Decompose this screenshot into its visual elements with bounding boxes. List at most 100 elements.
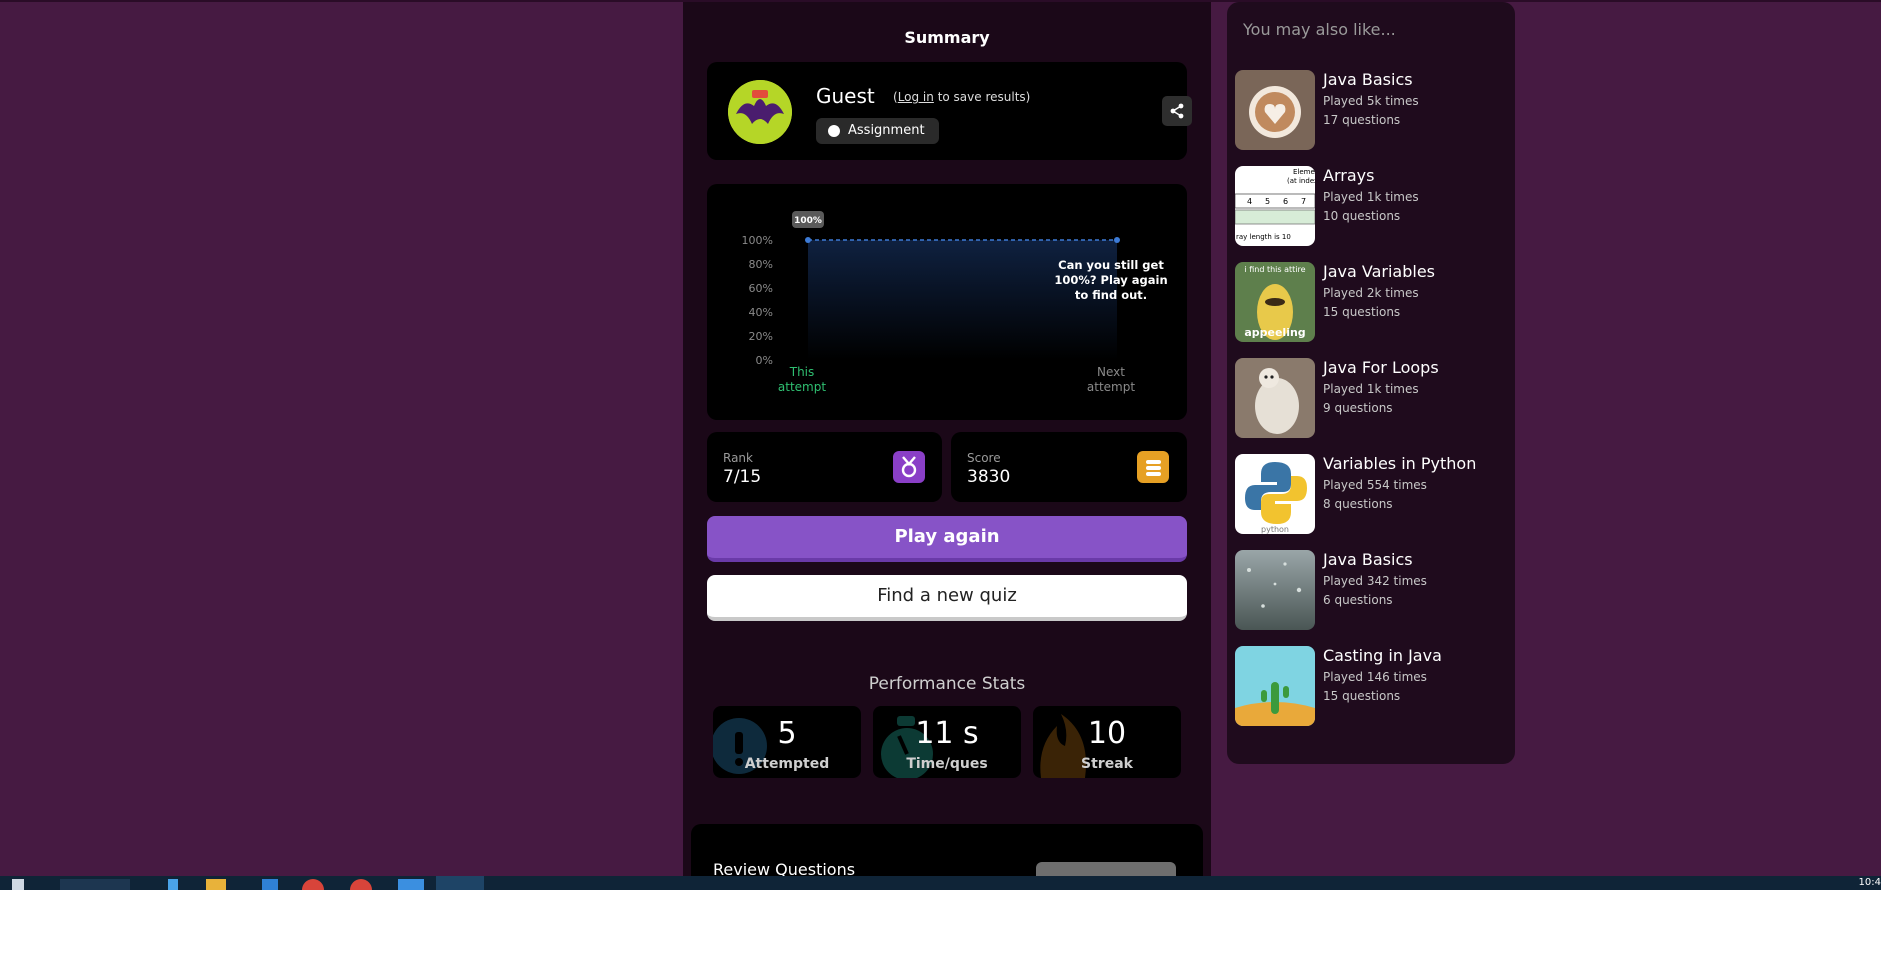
recommendation-questions: 8 questions <box>1323 497 1393 511</box>
recommendation-name: Java For Loops <box>1323 358 1439 377</box>
active-app-icon[interactable] <box>436 876 484 890</box>
y-tick-label: 60% <box>749 282 773 295</box>
app-icon[interactable] <box>398 879 424 890</box>
recommendation-plays: Played 1k times <box>1323 382 1419 396</box>
x-tick-label: attempt <box>1087 380 1135 394</box>
x-tick-label: Next <box>1097 365 1125 379</box>
chart-annotation: 100%? Play again <box>1054 273 1167 287</box>
y-tick-label: 80% <box>749 258 773 271</box>
svg-text:4: 4 <box>1247 197 1252 206</box>
time-per-question-label: Time/ques <box>906 756 988 772</box>
x-tick-label: attempt <box>778 380 826 394</box>
login-note: (Log in to save results) <box>893 90 1030 104</box>
taskbar-clock: 10:4 <box>1858 877 1881 888</box>
recommendation-item[interactable]: Java For Loops Played 1k times 9 questio… <box>1235 358 1505 440</box>
y-tick-label: 20% <box>749 330 773 343</box>
summary-column: Summary Guest (Log in to save results) A… <box>683 2 1211 876</box>
find-new-quiz-button[interactable]: Find a new quiz <box>707 575 1187 621</box>
recommendation-item[interactable]: python Variables in Python Played 554 ti… <box>1235 454 1505 536</box>
login-suffix: to save results) <box>933 90 1031 104</box>
app-icon[interactable] <box>262 879 278 890</box>
recommendation-name: Variables in Python <box>1323 454 1477 473</box>
summary-title: Summary <box>904 28 990 47</box>
recommendation-questions: 15 questions <box>1323 305 1401 319</box>
x-tick-label: This <box>789 365 815 379</box>
recommendation-plays: Played 5k times <box>1323 94 1419 108</box>
page-viewport: Summary Guest (Log in to save results) A… <box>0 0 1881 876</box>
folder-icon[interactable] <box>206 879 226 890</box>
recommendation-plays: Played 342 times <box>1323 574 1427 588</box>
coins-icon <box>1137 451 1169 483</box>
accuracy-chart-svg: 100% 80% 60% 40% 20% 0% 100% Can you still get1… <box>742 211 1168 394</box>
svg-text:i find this attire: i find this attire <box>1244 265 1305 274</box>
recommendation-item[interactable]: Java Basics Played 5k times 17 questions <box>1235 70 1505 152</box>
dog-thumbnail <box>1235 358 1315 438</box>
rank-value: 7/15 <box>723 467 762 487</box>
assignment-badge: Assignment <box>816 118 939 144</box>
chrome-icon[interactable] <box>302 879 324 890</box>
play-again-button[interactable]: Play again <box>707 516 1187 562</box>
recommendation-name: Java Variables <box>1323 262 1435 281</box>
start-icon[interactable] <box>12 879 24 890</box>
score-value: 3830 <box>967 467 1011 487</box>
clock-icon <box>828 125 840 137</box>
recommendation-plays: Played 2k times <box>1323 286 1419 300</box>
taskbar-search-box[interactable] <box>60 879 130 890</box>
recommendation-name: Casting in Java <box>1323 646 1442 665</box>
streak-value: 10 <box>1087 716 1127 751</box>
recommendation-item[interactable]: 4 5 6 7 Eleme (at index ray length is 10… <box>1235 166 1505 248</box>
login-link[interactable]: Log in <box>898 90 934 104</box>
assignment-label: Assignment <box>848 123 925 138</box>
score-card: Score 3830 <box>951 432 1187 502</box>
time-per-question-stat: 11 s Time/ques <box>873 706 1021 778</box>
cactus-thumbnail <box>1235 646 1315 726</box>
streak-stat: 10 Streak <box>1033 706 1181 778</box>
recommendations-panel: You may also like... Java Basics Played … <box>1227 2 1515 764</box>
svg-text:appeeling: appeeling <box>1244 326 1305 339</box>
recommendation-item[interactable]: i find this attire appeeling Java Variab… <box>1235 262 1505 344</box>
share-icon <box>1170 103 1184 119</box>
recommendation-questions: 17 questions <box>1323 113 1401 127</box>
coffee-thumbnail <box>1235 70 1315 150</box>
recommendation-questions: 6 questions <box>1323 593 1393 607</box>
attempted-stat: 5 Attempted <box>713 706 861 778</box>
guest-name: Guest <box>816 84 875 108</box>
python-logo-thumbnail: python <box>1235 454 1315 534</box>
chart-annotation: Can you still get <box>1058 258 1164 272</box>
review-action-button[interactable] <box>1036 862 1176 876</box>
share-button[interactable] <box>1162 96 1192 126</box>
recommendation-item[interactable]: Casting in Java Played 146 times 15 ques… <box>1235 646 1505 728</box>
time-per-question-value: 11 s <box>915 716 979 751</box>
data-point <box>805 237 811 243</box>
recommendation-item[interactable]: Java Basics Played 342 times 6 questions <box>1235 550 1505 632</box>
edge-icon[interactable] <box>168 879 178 890</box>
svg-text:(at index: (at index <box>1287 177 1315 185</box>
recommendation-plays: Played 1k times <box>1323 190 1419 204</box>
rank-label: Rank <box>723 451 753 465</box>
review-questions-title: Review Questions <box>713 860 856 876</box>
attempted-label: Attempted <box>744 756 830 772</box>
review-questions-card: Review Questions <box>691 824 1203 876</box>
streak-label: Streak <box>1081 756 1133 772</box>
svg-text:5: 5 <box>1265 197 1270 206</box>
avatar <box>728 80 792 144</box>
y-tick-label: 40% <box>749 306 773 319</box>
recommendation-name: Arrays <box>1323 166 1375 185</box>
recommendation-questions: 10 questions <box>1323 209 1401 223</box>
medal-icon <box>893 451 925 483</box>
chrome-icon[interactable] <box>350 879 372 890</box>
recommendation-plays: Played 554 times <box>1323 478 1427 492</box>
svg-text:Eleme: Eleme <box>1293 168 1315 176</box>
blank-area <box>0 890 1881 954</box>
svg-text:ray length is 10: ray length is 10 <box>1236 233 1291 241</box>
y-tick-label: 100% <box>742 234 773 247</box>
data-label: 100% <box>794 216 822 226</box>
data-point <box>1114 237 1120 243</box>
performance-stats-title: Performance Stats <box>868 674 1026 694</box>
rain-window-thumbnail <box>1235 550 1315 630</box>
recommendation-questions: 15 questions <box>1323 689 1401 703</box>
array-diagram-thumbnail: 4 5 6 7 Eleme (at index ray length is 10 <box>1235 166 1315 246</box>
recommendation-questions: 9 questions <box>1323 401 1393 415</box>
svg-text:python: python <box>1261 525 1289 534</box>
recommendation-name: Java Basics <box>1323 70 1413 89</box>
